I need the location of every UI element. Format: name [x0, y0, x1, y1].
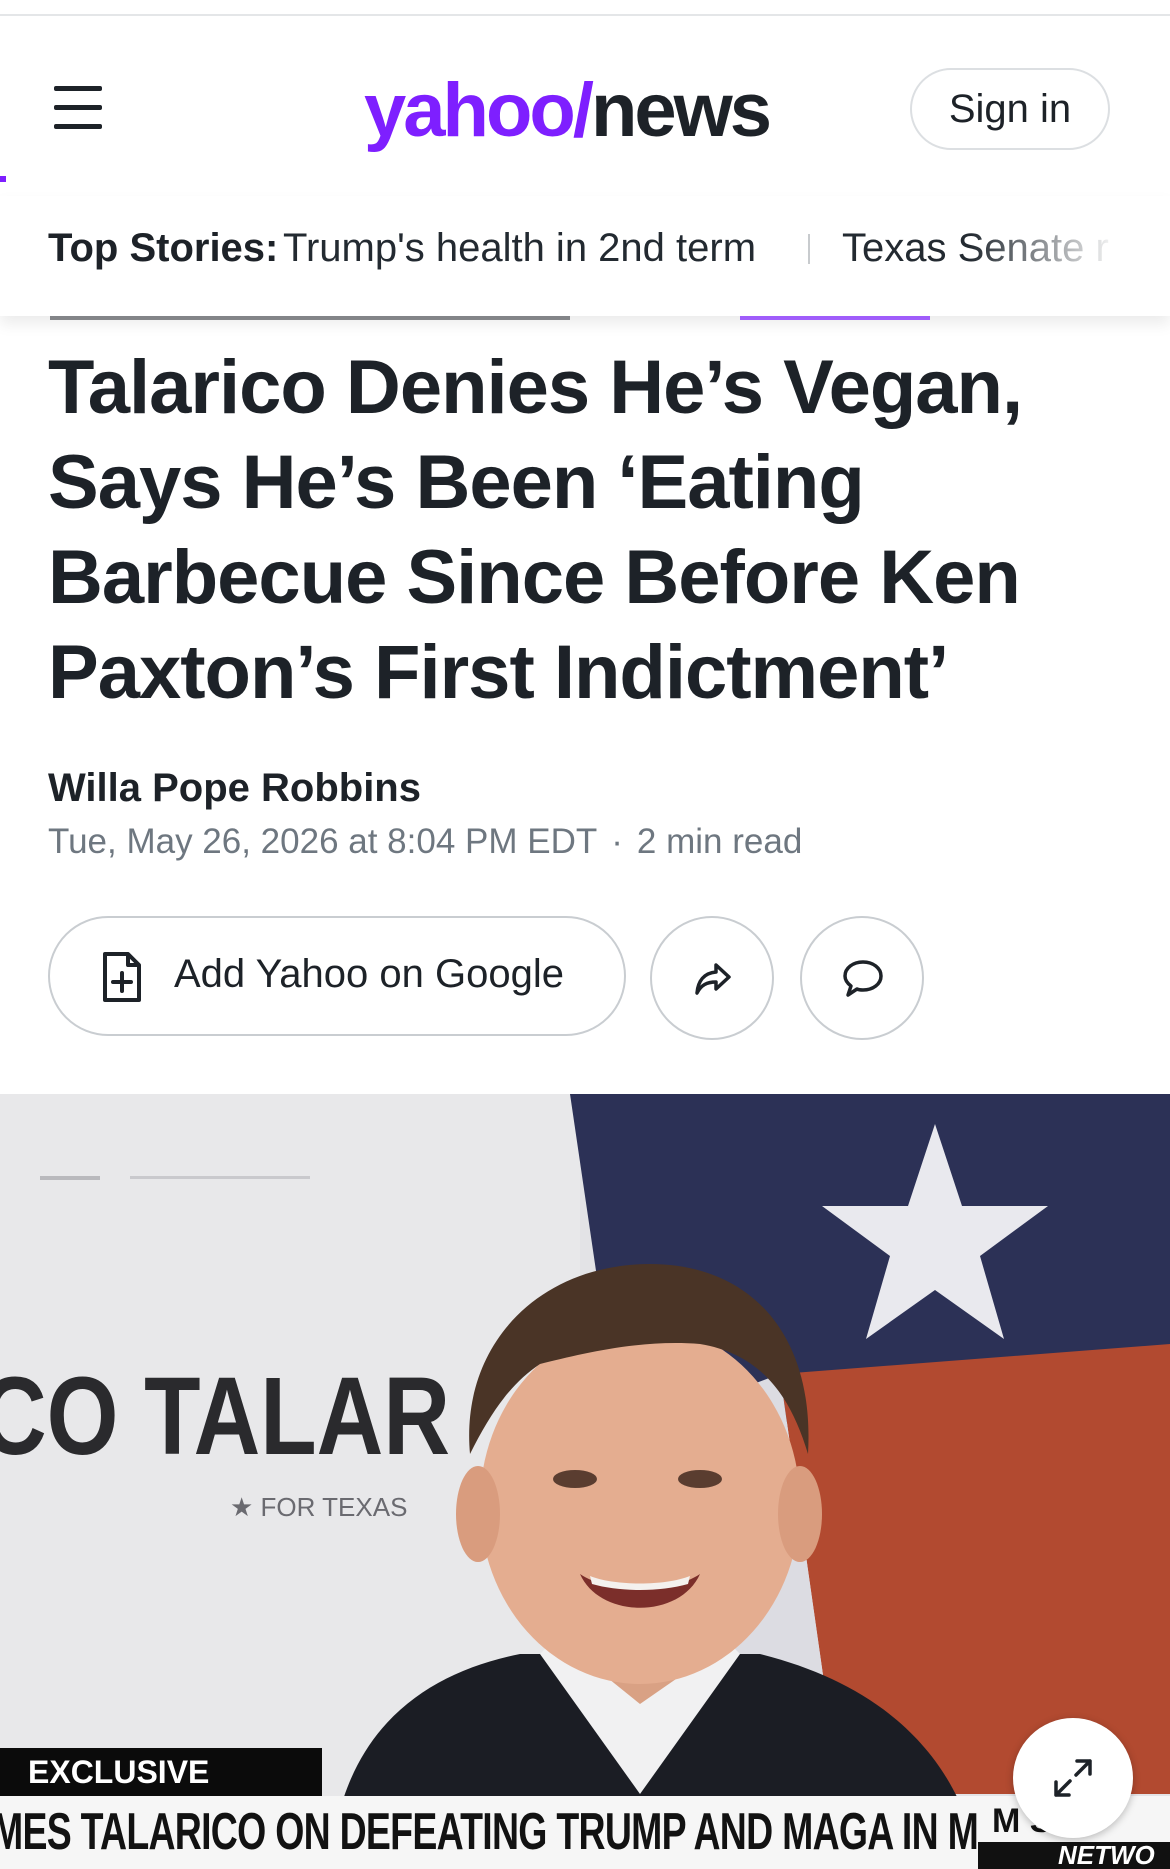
article-hero-image[interactable]: CO TALAR ★ FOR TEXAS EXCLUSIVE MES TALAR…	[0, 1094, 1170, 1869]
sign-in-button[interactable]: Sign in	[910, 68, 1110, 150]
accent-mark	[0, 176, 6, 182]
top-stories-divider	[808, 234, 810, 264]
site-header: yahoo/news Sign in	[0, 16, 1170, 176]
expand-image-button[interactable]	[1013, 1718, 1133, 1838]
add-document-icon	[103, 952, 141, 1002]
campaign-sign-text: CO TALAR	[0, 1355, 450, 1478]
read-time: 2 min read	[636, 822, 803, 861]
yahoo-news-logo[interactable]: yahoo/news	[364, 66, 772, 156]
scrolled-content-peek	[0, 316, 1170, 322]
comment-button[interactable]	[800, 916, 924, 1040]
expand-icon	[1054, 1759, 1092, 1797]
campaign-sign-subtext: ★ FOR TEXAS	[230, 1492, 407, 1522]
top-stories-label: Top Stories:	[48, 226, 279, 270]
article-meta: Tue, May 26, 2026 at 8:04 PM EDT · 2 min r…	[48, 822, 802, 862]
meta-separator: ·	[611, 822, 623, 861]
article-headline: Talarico Denies He’s Vegan, Says He’s Be…	[48, 345, 1023, 715]
share-button[interactable]	[650, 916, 774, 1040]
add-yahoo-on-google-button[interactable]: Add Yahoo on Google	[48, 916, 626, 1036]
author-name[interactable]: Willa Pope Robbins	[48, 766, 421, 811]
logo-yahoo-text: yahoo	[364, 68, 576, 153]
logo-news-text: news	[590, 68, 772, 153]
comment-icon	[843, 960, 883, 997]
share-icon	[695, 963, 731, 995]
menu-icon[interactable]	[54, 86, 102, 129]
top-stories-bar: Top Stories: Trump's health in 2nd term …	[0, 196, 1170, 316]
page: yahoo/news Sign in Top Stories: Trump's …	[0, 0, 1170, 1869]
logo-slash: /	[572, 68, 594, 153]
news-chyron: MES TALARICO ON DEFEATING TRUMP AND MAGA…	[0, 1796, 1170, 1869]
top-story-link[interactable]: Trump's health in 2nd term	[283, 226, 756, 271]
sign-subtext: ★ FOR TEXAS	[230, 1492, 407, 1522]
chyron-text: MES TALARICO ON DEFEATING TRUMP AND MAGA…	[0, 1803, 1142, 1861]
scroll-fade	[970, 196, 1170, 316]
exclusive-badge: EXCLUSIVE	[0, 1748, 322, 1796]
sign-text: CO TALAR	[0, 1355, 450, 1478]
add-yahoo-on-google-label: Add Yahoo on Google	[174, 952, 564, 996]
network-name-bottom: NETWO	[1058, 1840, 1155, 1869]
publish-date: Tue, May 26, 2026 at 8:04 PM EDT	[48, 822, 598, 861]
